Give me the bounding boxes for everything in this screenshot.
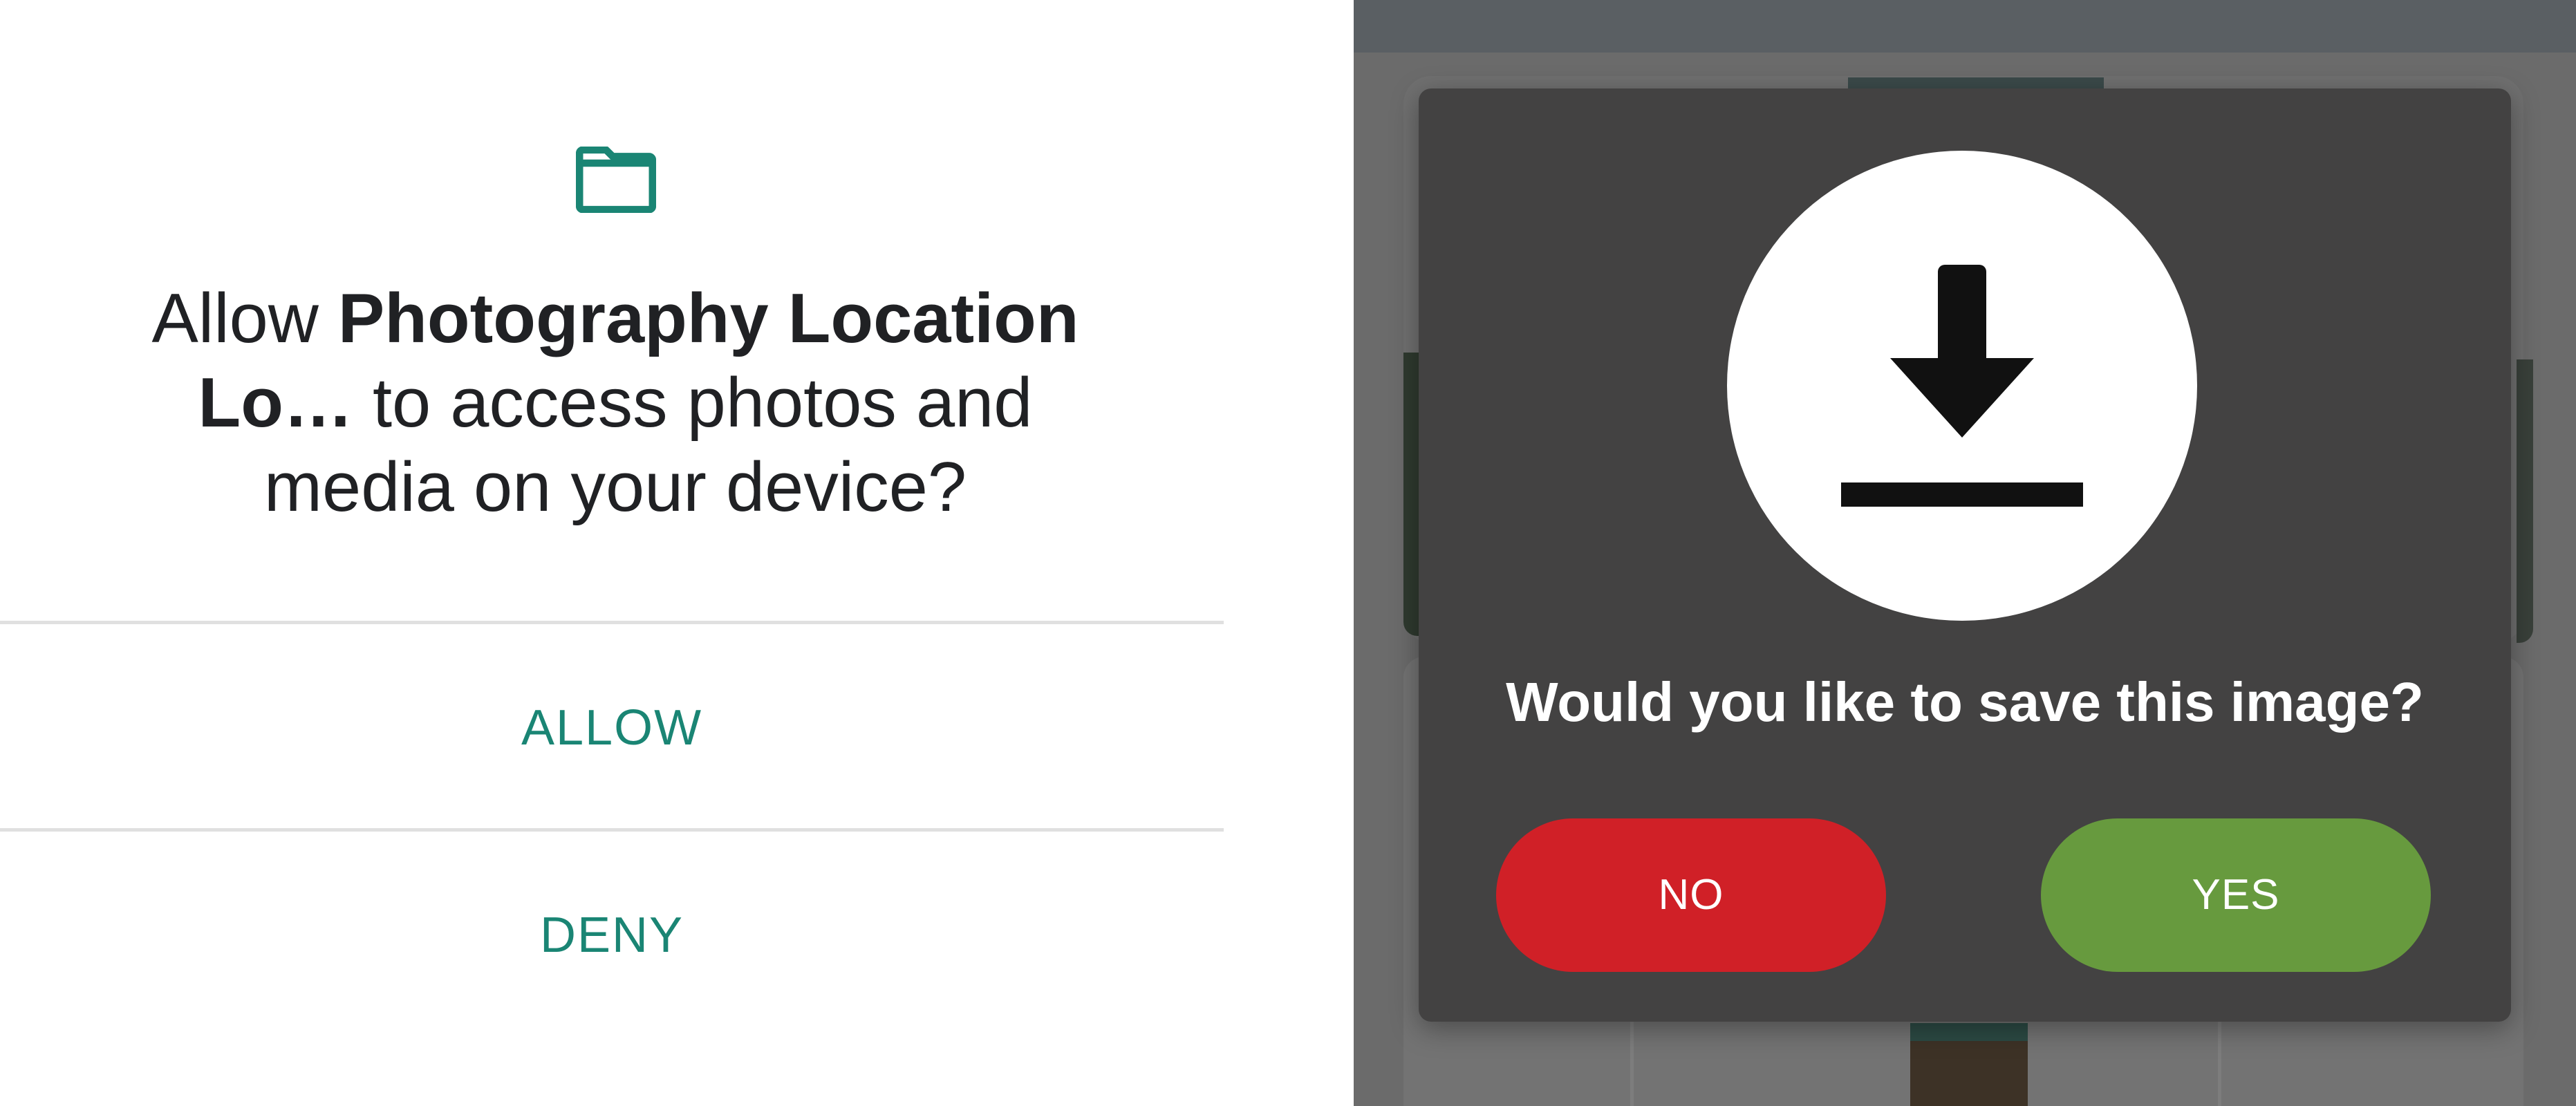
divider <box>0 828 1224 832</box>
save-image-dialog: Would you like to save this image? NO YE… <box>1419 88 2511 1022</box>
download-icon <box>1841 265 2083 507</box>
status-bar <box>1354 0 2576 53</box>
permission-message: Allow Photography Location Lo… to access… <box>97 276 1134 529</box>
background-photo <box>1910 1023 2028 1041</box>
yes-button[interactable]: YES <box>2041 818 2431 972</box>
folder-icon <box>576 147 656 213</box>
allow-button[interactable]: ALLOW <box>0 700 1224 756</box>
no-button[interactable]: NO <box>1496 818 1886 972</box>
background-photo <box>1403 353 1420 636</box>
save-question: Would you like to save this image? <box>1506 671 2424 733</box>
deny-button[interactable]: DENY <box>0 907 1224 964</box>
message-suffix: to access photos and media on your devic… <box>263 364 1033 526</box>
app-background: Would you like to save this image? NO YE… <box>1354 0 2576 1106</box>
message-prefix: Allow <box>151 280 338 357</box>
download-icon-circle <box>1727 151 2197 621</box>
divider <box>0 621 1224 624</box>
permission-dialog: Allow Photography Location Lo… to access… <box>0 0 1354 1106</box>
background-photo <box>2517 359 2533 643</box>
